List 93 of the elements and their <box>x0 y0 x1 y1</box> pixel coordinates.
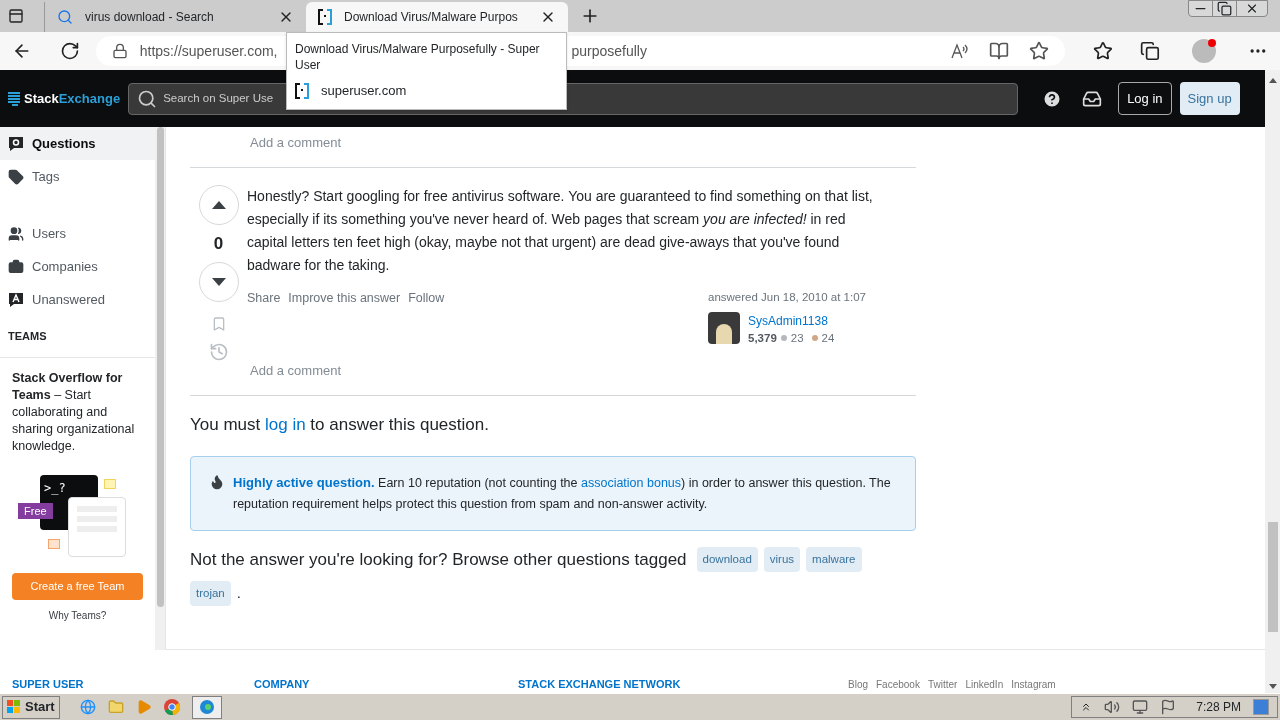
login-link[interactable]: log in <box>265 414 306 434</box>
post-action-link[interactable]: Improve this answer <box>288 288 401 347</box>
footer-link[interactable]: Blog <box>848 677 868 692</box>
flag-icon[interactable] <box>1160 699 1177 715</box>
footer-link[interactable]: Twitter <box>927 677 958 692</box>
scroll-down-icon[interactable] <box>1268 684 1277 689</box>
unanswered-icon <box>8 291 24 308</box>
reputation: 5,379 <box>748 330 777 346</box>
signup-button[interactable]: Sign up <box>1179 82 1240 115</box>
footer-link[interactable]: Facebook <box>876 677 920 692</box>
user-avatar[interactable] <box>708 311 740 344</box>
add-favorite-icon[interactable] <box>1028 41 1049 61</box>
profile-avatar[interactable] <box>1192 39 1217 63</box>
scrollbar[interactable] <box>1265 70 1280 127</box>
badge-icon <box>811 335 818 342</box>
sidebar-scrollbar[interactable] <box>155 127 165 650</box>
url-text: purposefully <box>571 41 648 61</box>
stackexchange-logo[interactable]: StackExchange <box>8 88 121 109</box>
login-button[interactable]: Log in <box>1118 82 1172 115</box>
post-action-link[interactable]: Share <box>247 288 281 347</box>
footer-heading: SUPER USER <box>12 676 85 692</box>
up-triangle-icon <box>210 199 227 210</box>
sidebar-item[interactable]: Unanswered <box>0 283 155 316</box>
tag-chip[interactable]: download <box>696 547 758 573</box>
favorites-icon[interactable] <box>1092 41 1113 61</box>
tag-chip[interactable]: malware <box>806 547 862 573</box>
answer-body: Honestly? Start googling for free antivirus software. You are guaranteed to find something on that list, especially if its something you've never heard of. Web pages that scream you are infected! in red capital letters ten feet high (okay, maybe not that urgent) are dead give-aways that you've found badware for the taking. <box>247 186 874 275</box>
tab-title: Download Virus/Malware Purpos <box>344 9 519 26</box>
chat-bubble-icon <box>48 538 60 549</box>
sidebar-item[interactable]: Questions <box>0 127 155 160</box>
down-triangle-icon <box>210 277 227 287</box>
questions-icon <box>8 135 24 152</box>
badge-count: 23 <box>790 330 804 346</box>
sidebar-item[interactable]: Tags <box>0 160 155 193</box>
tab-actions-icon[interactable] <box>8 8 24 24</box>
edge-taskbar-button[interactable] <box>191 695 222 719</box>
tab-title: virus download - Search <box>85 9 215 26</box>
search-icon <box>57 9 73 25</box>
tag-chip[interactable]: virus <box>763 547 801 573</box>
association-bonus-link[interactable]: association bonus <box>581 476 682 490</box>
url-text: https://superuser.com, <box>139 41 278 61</box>
briefcase-icon <box>8 258 24 275</box>
free-badge: Free <box>18 502 53 519</box>
terminal-prompt: >_? <box>44 480 66 495</box>
page-scrollbar[interactable] <box>1265 127 1280 693</box>
create-team-button[interactable]: Create a free Team <box>12 572 143 600</box>
teams-heading: TEAMS <box>7 329 48 344</box>
badge-icon <box>780 335 787 342</box>
add-comment-link[interactable]: Add a comment <box>250 133 916 153</box>
tag-icon <box>8 168 24 185</box>
login-prompt: You must log in to answer this question. <box>190 413 490 436</box>
answered-date: answered Jun 18, 2010 at 1:07 <box>708 289 867 305</box>
chrome-icon[interactable] <box>163 699 180 715</box>
clock: 7:28 PM <box>1196 699 1241 716</box>
vote-count: 0 <box>213 232 224 255</box>
users-icon <box>8 225 24 242</box>
scrollbar-thumb[interactable] <box>1267 522 1278 632</box>
site-logo-icon <box>318 9 332 25</box>
flame-icon <box>209 474 225 490</box>
post-action-link[interactable]: Follow <box>408 288 445 347</box>
footer-link[interactable]: Instagram <box>1011 677 1056 692</box>
badge-count: 24 <box>821 330 835 346</box>
network-icon[interactable] <box>1132 699 1149 715</box>
footer-link[interactable]: LinkedIn <box>965 677 1004 692</box>
browse-tags-text: Not the answer you're looking for? Browse other questions tagged <box>190 549 687 571</box>
reader-icon[interactable] <box>988 41 1009 61</box>
help-icon[interactable] <box>1042 88 1063 109</box>
tooltip-domain: superuser.com <box>321 82 407 100</box>
start-button[interactable]: Start <box>2 695 60 719</box>
reload-icon[interactable] <box>59 41 80 61</box>
teams-promo-text: Stack Overflow for Teams – Start collaborating and sharing organizational knowledge. <box>12 369 136 455</box>
footer-heading: COMPANY <box>254 676 311 692</box>
volume-icon[interactable] <box>1104 699 1121 715</box>
read-aloud-icon[interactable] <box>950 43 969 59</box>
collections-icon[interactable] <box>1140 41 1161 61</box>
footer-heading: STACK EXCHANGE NETWORK <box>518 676 682 692</box>
search-icon <box>137 88 158 109</box>
sidebar-item[interactable]: Companies <box>0 250 155 283</box>
browser-tab[interactable]: Download Virus/Malware Purpos <box>306 2 568 32</box>
edge-icon <box>198 699 215 715</box>
sidebar-item[interactable]: Users <box>0 217 155 250</box>
why-teams-link[interactable]: Why Teams? <box>12 607 143 623</box>
search-placeholder: Search on Super Use <box>163 90 274 106</box>
chat-bubble-icon <box>104 478 116 489</box>
scroll-up-icon[interactable] <box>1268 78 1277 83</box>
user-name[interactable]: SysAdmin1138 <box>748 311 835 330</box>
site-logo-icon <box>295 82 309 99</box>
windows-logo-icon <box>7 700 21 714</box>
lock-icon <box>111 43 128 59</box>
tag-chip[interactable]: trojan <box>190 580 231 606</box>
notice-text: Highly active question. Earn 10 reputation (not counting the association bonus) in order to answer this question. The reputation requirement helps protect this question from spam and non-answer activity. <box>233 474 892 513</box>
period-text: . <box>236 582 241 603</box>
add-comment-link[interactable]: Add a comment <box>250 361 916 381</box>
